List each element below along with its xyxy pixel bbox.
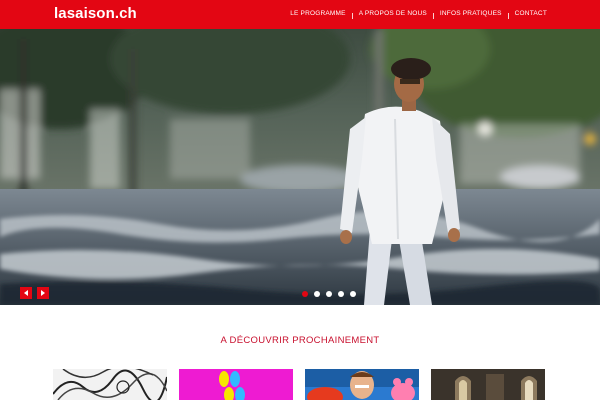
section-title: A DÉCOUVRIR PROCHAINEMENT	[220, 335, 380, 346]
chevron-left-icon	[24, 290, 28, 296]
slider-next-button[interactable]	[37, 287, 49, 299]
thumbnail-image	[431, 369, 545, 400]
event-thumbnail[interactable]	[305, 369, 419, 400]
slider-prev-button[interactable]	[20, 287, 32, 299]
slider-pagination	[302, 291, 362, 297]
main-nav: LE PROGRAMME A PROPOS DE NOUS INFOS PRAT…	[290, 10, 547, 19]
chevron-right-icon	[41, 290, 45, 296]
top-bar: lasaison.ch LE PROGRAMME A PROPOS DE NOU…	[0, 0, 600, 29]
site-logo[interactable]: lasaison.ch	[54, 5, 137, 22]
nav-item-contact[interactable]: CONTACT	[515, 10, 547, 17]
nav-item-programme[interactable]: LE PROGRAMME	[290, 10, 346, 17]
hero-slider	[0, 29, 600, 305]
thumbnail-image	[53, 369, 167, 400]
event-thumbnail[interactable]	[431, 369, 545, 400]
slider-dot[interactable]	[314, 291, 320, 297]
slider-dot[interactable]	[350, 291, 356, 297]
thumbnail-image	[179, 369, 293, 400]
thumbnail-image	[305, 369, 419, 400]
slider-dot[interactable]	[338, 291, 344, 297]
nav-divider	[351, 12, 353, 19]
nav-item-infos-pratiques[interactable]: INFOS PRATIQUES	[440, 10, 502, 17]
nav-item-a-propos[interactable]: A PROPOS DE NOUS	[359, 10, 427, 17]
nav-divider	[432, 12, 434, 19]
slider-dot[interactable]	[326, 291, 332, 297]
hero-image	[0, 29, 600, 305]
event-thumbnail[interactable]	[179, 369, 293, 400]
nav-divider	[507, 12, 509, 19]
event-thumbnail[interactable]	[53, 369, 167, 400]
slider-dot[interactable]	[302, 291, 308, 297]
